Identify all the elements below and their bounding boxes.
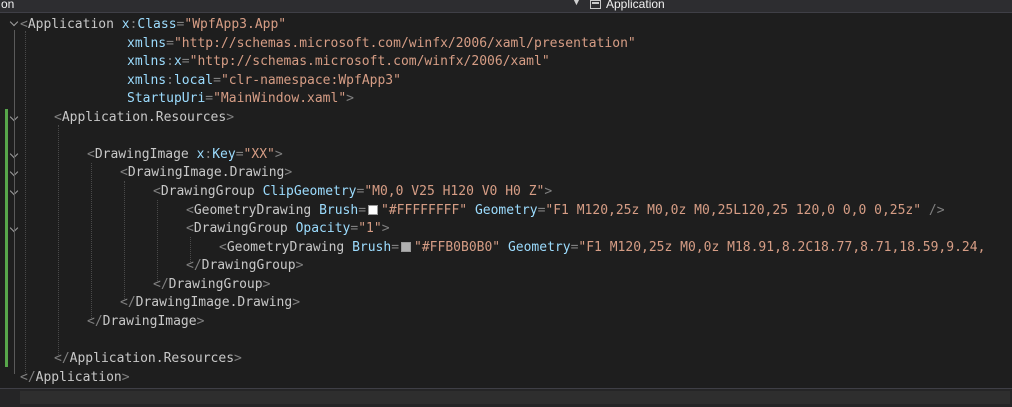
code-line: <GeometryDrawing Brush= "#FFFFFFFF" Geome… [186,203,945,218]
indent-guide [124,181,125,301]
attribute-name: xmlns [127,36,167,51]
attribute-value: "clr-namespace:WpfApp3" [220,73,401,88]
dropdown-arrow-icon[interactable]: ▼ [572,0,581,7]
horizontal-scrollbar[interactable] [0,388,1012,407]
fold-line [14,30,15,374]
indent-guide [25,31,26,375]
attribute-name: Opacity [295,221,351,236]
code-line: xmlns:local="clr-namespace:WpfApp3" [127,73,401,88]
attribute-value: "#FFFFFFFF" [381,203,468,218]
element-name: DrawingGroup [160,184,255,199]
attribute-name: Class [137,17,177,32]
code-line: <DrawingImage x:Key="XX"> [87,147,283,162]
attribute-name: Geometry [474,203,538,218]
code-editor[interactable]: <Application x:Class="WpfApp3.App" xmlns… [0,13,1012,387]
code-line: <GeometryDrawing Brush= "#FFB0B0B0" Geome… [219,240,986,255]
element-name: Application [35,370,122,385]
attribute-value: "#FFB0B0B0" [414,240,501,255]
element-name: DrawingImage [102,314,197,329]
attribute-prefix: xmlns [127,54,167,69]
element-name: GeometryDrawing [193,203,312,218]
attribute-name: Geometry [507,240,571,255]
element-name: GeometryDrawing [226,240,345,255]
attribute-value: "M0,0 V25 H120 V0 H0 Z" [364,184,545,199]
element-name: Application.Resources [61,110,227,125]
color-swatch[interactable] [401,242,412,252]
code-line: <DrawingGroup Opacity="1"> [186,221,390,236]
element-name: DrawingGroup [201,258,296,273]
attribute-name: Brush [352,240,392,255]
attribute-prefix: x [121,17,130,32]
application-icon [590,0,601,9]
code-line: </DrawingGroup> [186,258,304,273]
attribute-value: "MainWindow.xaml" [213,91,347,106]
attribute-value: "WpfApp3.App" [184,17,287,32]
element-name: DrawingImage.Drawing [135,295,293,310]
code-line: xmlns="http://schemas.microsoft.com/winf… [127,36,636,51]
code-line: <Application x:Class="WpfApp3.App" [20,17,287,32]
change-indicator [5,109,8,367]
element-name: DrawingImage [94,147,189,162]
code-line: </Application.Resources> [54,351,242,366]
code-line: </DrawingGroup> [153,277,271,292]
element-name: DrawingGroup [168,277,263,292]
member-dropdown[interactable]: Application [606,0,665,11]
code-line: <Application.Resources> [54,110,235,125]
attribute-name: StartupUri [127,91,206,106]
attribute-value: "XX" [243,147,275,162]
indent-guide [157,200,158,283]
code-line: xmlns:x="http://schemas.microsoft.com/wi… [127,54,550,69]
navigation-bar: on ▼ Application [0,0,1012,13]
scrollbar-track[interactable] [20,391,1010,404]
collapse-icon[interactable] [10,18,19,27]
color-swatch[interactable] [368,205,379,215]
attribute-value: "http://schemas.microsoft.com/winfx/2006… [189,54,550,69]
attribute-name: ClipGeometry [262,184,357,199]
element-name: Application.Resources [69,351,235,366]
attribute-value: "F1 M120,25z M0,0z M18.91,8.2C18.77,8.71… [578,240,986,255]
code-line: <DrawingImage.Drawing> [120,165,293,180]
code-line: StartupUri="MainWindow.xaml"> [127,91,354,106]
element-name: DrawingImage.Drawing [127,165,285,180]
indent-guide [58,125,59,355]
attribute-name: Key [212,147,236,162]
attribute-name: x [173,54,182,69]
indent-guide [91,163,92,320]
attribute-name: Brush [319,203,359,218]
attribute-value: "http://schemas.microsoft.com/winfx/2006… [173,36,636,51]
type-dropdown[interactable]: on [1,0,14,11]
code-line: </DrawingImage.Drawing> [120,295,301,310]
element-name: DrawingGroup [193,221,288,236]
attribute-value: "1" [358,221,382,236]
attribute-prefix: xmlns [127,73,167,88]
code-line: <DrawingGroup ClipGeometry="M0,0 V25 H12… [153,184,553,199]
attribute-name: local [173,73,214,88]
attribute-value: "F1 M120,25z M0,0z M0,25L120,25 120,0 0,… [545,203,922,218]
code-line: </Application> [20,370,130,385]
element-name: Application [27,17,114,32]
code-line: </DrawingImage> [87,314,205,329]
